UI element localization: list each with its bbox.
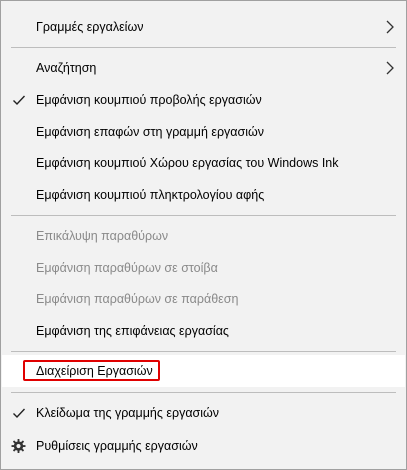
menu-item-show-task-view-button[interactable]: Εμφάνιση κουμπιού προβολής εργασιών — [2, 84, 405, 116]
menu-item-show-people[interactable]: Εμφάνιση επαφών στη γραμμή εργασιών — [2, 116, 405, 148]
menu-item-show-desktop[interactable]: Εμφάνιση της επιφάνειας εργασίας — [2, 315, 405, 347]
menu-item-toolbars[interactable]: Γραμμές εργαλείων — [2, 11, 405, 43]
chevron-right-icon — [386, 61, 394, 75]
taskbar-context-menu: Γραμμές εργαλείων Αναζήτηση Εμφάνιση κου… — [0, 0, 407, 470]
menu-item-label: Εμφάνιση επαφών στη γραμμή εργασιών — [36, 125, 265, 139]
menu-item-label: Ρυθμίσεις γραμμής εργασιών — [36, 439, 198, 453]
menu-item-stack-windows: Εμφάνιση παραθύρων σε στοίβα — [2, 252, 405, 284]
menu-item-label: Εμφάνιση παραθύρων σε στοίβα — [36, 261, 218, 275]
checkmark-icon — [13, 95, 26, 106]
menu-separator — [11, 351, 396, 352]
menu-item-side-by-side-windows: Εμφάνιση παραθύρων σε παράθεση — [2, 283, 405, 315]
menu-item-search[interactable]: Αναζήτηση — [2, 52, 405, 84]
menu-item-label: Εμφάνιση κουμπιού Χώρου εργασίας του Win… — [36, 156, 339, 170]
menu-item-cascade-windows: Επικάλυψη παραθύρων — [2, 220, 405, 252]
menu-item-label: Εμφάνιση κουμπιού προβολής εργασιών — [36, 93, 262, 107]
menu-item-taskbar-settings[interactable]: Ρυθμίσεις γραμμής εργασιών — [2, 430, 405, 462]
menu-item-show-windows-ink[interactable]: Εμφάνιση κουμπιού Χώρου εργασίας του Win… — [2, 147, 405, 179]
menu-item-label: Αναζήτηση — [36, 61, 97, 75]
menu-separator — [11, 392, 396, 393]
menu-item-label: Γραμμές εργαλείων — [36, 20, 144, 34]
menu-separator — [11, 47, 396, 48]
menu-item-label: Κλείδωμα της γραμμής εργασιών — [36, 406, 220, 420]
menu-item-show-touch-keyboard[interactable]: Εμφάνιση κουμπιού πληκτρολογίου αφής — [2, 179, 405, 211]
menu-item-label: Διαχείριση Εργασιών — [36, 364, 153, 378]
menu-item-label: Εμφάνιση παραθύρων σε παράθεση — [36, 292, 239, 306]
menu-item-label: Εμφάνιση κουμπιού πληκτρολογίου αφής — [36, 188, 265, 202]
menu-separator — [11, 215, 396, 216]
menu-item-label: Εμφάνιση της επιφάνειας εργασίας — [36, 324, 229, 338]
gear-icon — [11, 438, 26, 454]
chevron-right-icon — [386, 20, 394, 34]
checkmark-icon — [13, 408, 26, 419]
menu-item-task-manager[interactable]: Διαχείριση Εργασιών — [2, 355, 405, 387]
menu-item-label: Επικάλυψη παραθύρων — [36, 229, 169, 243]
menu-item-lock-taskbar[interactable]: Κλείδωμα της γραμμής εργασιών — [2, 397, 405, 429]
